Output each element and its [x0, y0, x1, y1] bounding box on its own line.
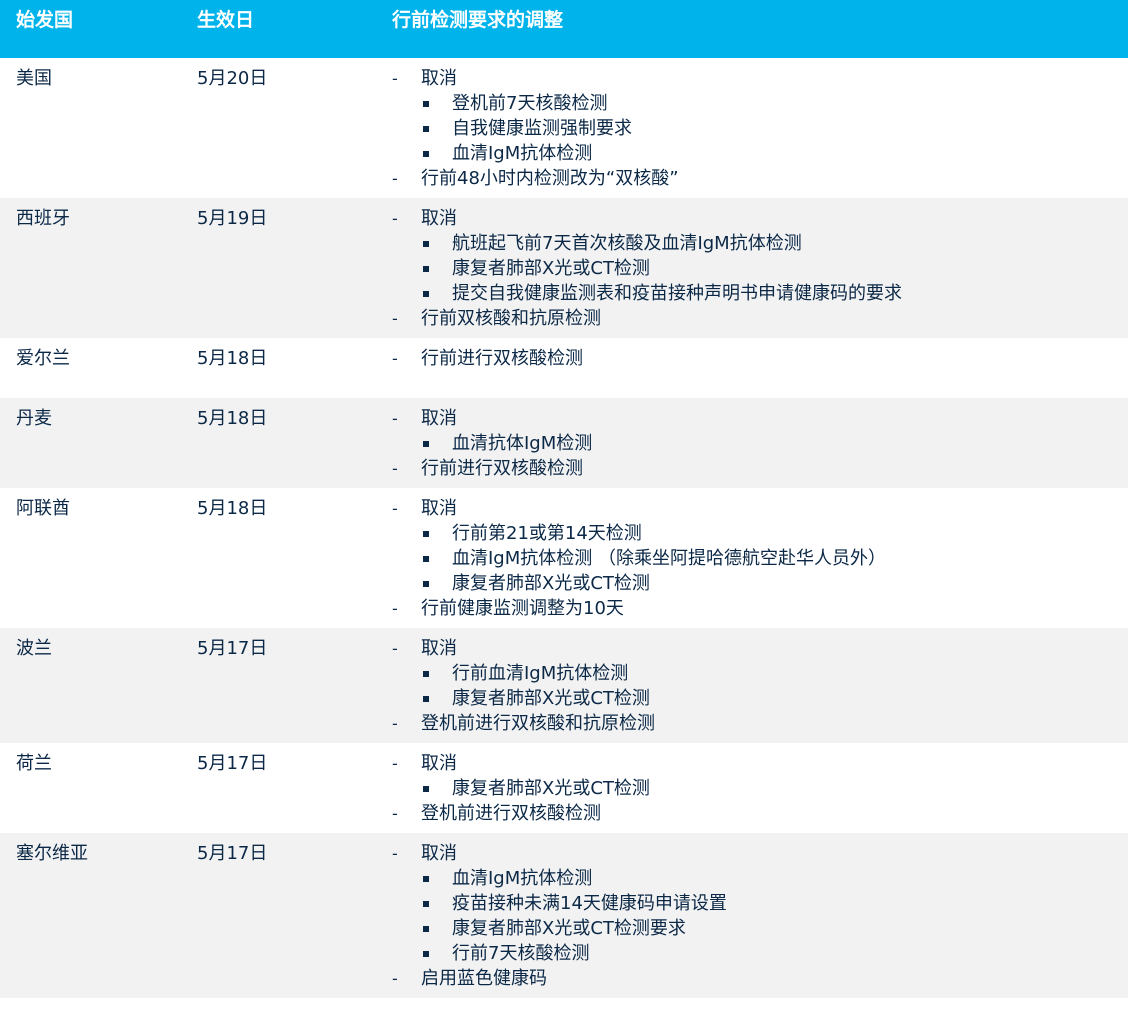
change-item: 行前健康监测调整为10天: [392, 596, 886, 621]
country-cell: 波兰: [16, 638, 52, 659]
change-item: 行前进行双核酸检测: [392, 456, 592, 481]
changes-cell: 取消血清抗体IgM检测行前进行双核酸检测: [392, 406, 592, 481]
change-subitem: 登机前7天核酸检测: [392, 91, 679, 116]
effective-date-cell: 5月19日: [197, 208, 268, 229]
changes-cell: 取消行前血清IgM抗体检测康复者肺部X光或CT检测登机前进行双核酸和抗原检测: [392, 636, 655, 736]
table-row: 丹麦 5月18日 取消血清抗体IgM检测行前进行双核酸检测: [0, 398, 1128, 488]
change-item: 取消: [392, 406, 592, 431]
effective-date-cell: 5月18日: [197, 348, 268, 369]
changes-cell: 取消行前第21或第14天检测血清IgM抗体检测 （除乘坐阿提哈德航空赴华人员外）…: [392, 496, 886, 621]
change-subitem: 提交自我健康监测表和疫苗接种声明书申请健康码的要求: [392, 281, 902, 306]
changes-cell: 取消血清IgM抗体检测疫苗接种未满14天健康码申请设置康复者肺部X光或CT检测要…: [392, 841, 727, 991]
change-item: 取消: [392, 751, 650, 776]
effective-date-cell: 5月17日: [197, 843, 268, 864]
effective-date-cell: 5月17日: [197, 638, 268, 659]
change-subitem: 血清IgM抗体检测: [392, 141, 679, 166]
change-subitem: 康复者肺部X光或CT检测: [392, 686, 655, 711]
change-subitem: 行前血清IgM抗体检测: [392, 661, 655, 686]
change-item: 取消: [392, 206, 902, 231]
change-subitem: 康复者肺部X光或CT检测: [392, 571, 886, 596]
effective-date-cell: 5月18日: [197, 498, 268, 519]
change-item: 启用蓝色健康码: [392, 966, 727, 991]
table-row: 波兰 5月17日 取消行前血清IgM抗体检测康复者肺部X光或CT检测登机前进行双核酸…: [0, 628, 1128, 743]
changes-cell: 取消登机前7天核酸检测自我健康监测强制要求血清IgM抗体检测行前48小时内检测改…: [392, 66, 679, 191]
changes-cell: 取消航班起飞前7天首次核酸及血清IgM抗体检测康复者肺部X光或CT检测提交自我健…: [392, 206, 902, 331]
change-subitem: 行前7天核酸检测: [392, 941, 727, 966]
table-row: 爱尔兰 5月18日 行前进行双核酸检测: [0, 338, 1128, 398]
change-subitem: 康复者肺部X光或CT检测: [392, 776, 650, 801]
change-item: 行前48小时内检测改为“双核酸”: [392, 166, 679, 191]
effective-date-cell: 5月20日: [197, 68, 268, 89]
change-subitem: 行前第21或第14天检测: [392, 521, 886, 546]
change-subitem: 康复者肺部X光或CT检测: [392, 256, 902, 281]
change-subitem: 疫苗接种未满14天健康码申请设置: [392, 891, 727, 916]
changes-cell: 取消康复者肺部X光或CT检测登机前进行双核酸检测: [392, 751, 650, 826]
change-item: 取消: [392, 636, 655, 661]
header-changes: 行前检测要求的调整: [392, 9, 564, 31]
table-row: 美国 5月20日 取消登机前7天核酸检测自我健康监测强制要求血清IgM抗体检测行前4…: [0, 58, 1128, 198]
country-cell: 美国: [16, 68, 52, 89]
change-item: 行前进行双核酸检测: [392, 346, 583, 371]
changes-cell: 行前进行双核酸检测: [392, 346, 583, 371]
table-row: 西班牙 5月19日 取消航班起飞前7天首次核酸及血清IgM抗体检测康复者肺部X光或C…: [0, 198, 1128, 338]
header-country: 始发国: [16, 9, 74, 31]
change-subitem: 康复者肺部X光或CT检测要求: [392, 916, 727, 941]
country-cell: 丹麦: [16, 408, 52, 429]
change-subitem: 自我健康监测强制要求: [392, 116, 679, 141]
change-item: 行前双核酸和抗原检测: [392, 306, 902, 331]
table-row: 阿联酋 5月18日 取消行前第21或第14天检测血清IgM抗体检测 （除乘坐阿提哈德…: [0, 488, 1128, 628]
header-effective-date: 生效日: [197, 9, 255, 31]
country-cell: 西班牙: [16, 208, 70, 229]
country-cell: 荷兰: [16, 753, 52, 774]
table-row: 荷兰 5月17日 取消康复者肺部X光或CT检测登机前进行双核酸检测: [0, 743, 1128, 833]
change-item: 取消: [392, 496, 886, 521]
change-subitem: 血清IgM抗体检测 （除乘坐阿提哈德航空赴华人员外）: [392, 546, 886, 571]
effective-date-cell: 5月17日: [197, 753, 268, 774]
change-item: 取消: [392, 66, 679, 91]
effective-date-cell: 5月18日: [197, 408, 268, 429]
country-cell: 塞尔维亚: [16, 843, 88, 864]
country-cell: 爱尔兰: [16, 348, 70, 369]
change-item: 登机前进行双核酸检测: [392, 801, 650, 826]
table-header: 始发国 生效日 行前检测要求的调整: [0, 0, 1128, 58]
change-subitem: 血清抗体IgM检测: [392, 431, 592, 456]
table-row: 塞尔维亚 5月17日 取消血清IgM抗体检测疫苗接种未满14天健康码申请设置康复者肺…: [0, 833, 1128, 998]
change-subitem: 血清IgM抗体检测: [392, 866, 727, 891]
change-item: 登机前进行双核酸和抗原检测: [392, 711, 655, 736]
change-subitem: 航班起飞前7天首次核酸及血清IgM抗体检测: [392, 231, 902, 256]
change-item: 取消: [392, 841, 727, 866]
country-cell: 阿联酋: [16, 498, 70, 519]
